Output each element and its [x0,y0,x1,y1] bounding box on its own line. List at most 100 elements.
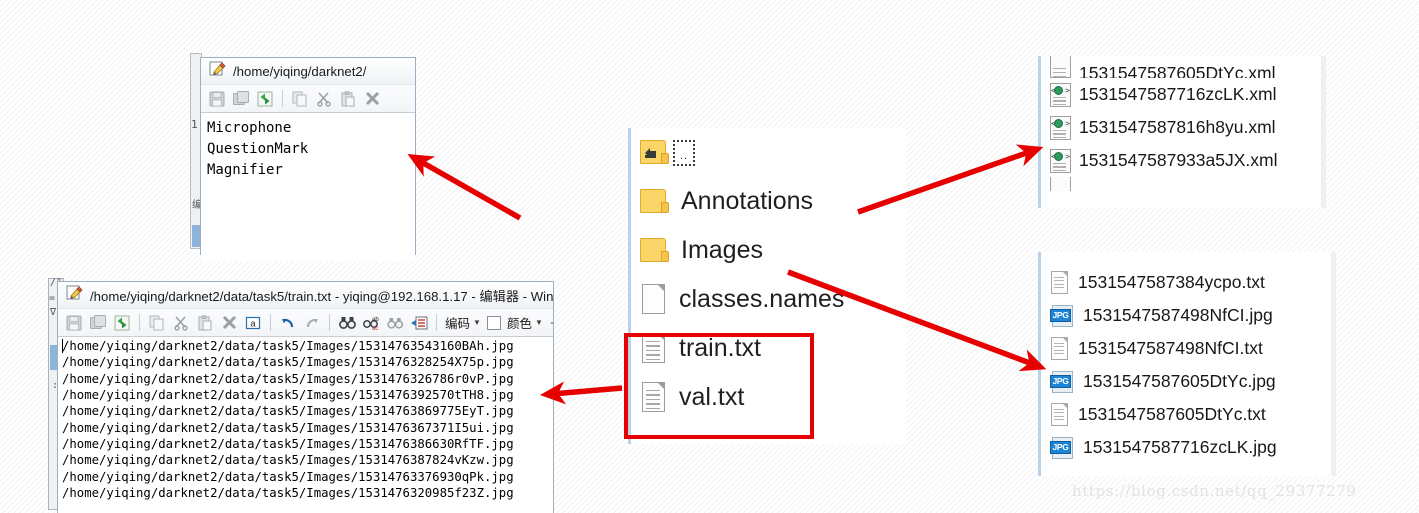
list-item-label: Annotations [681,187,814,215]
copy-icon[interactable] [289,88,311,109]
list-item[interactable]: 1531547587498NfCI.txt [1038,332,1336,365]
code-line: /home/yiqing/darknet2/data/task5/Images/… [62,453,514,468]
classes-editor-text-area[interactable]: Microphone QuestionMark Magnifier [201,113,415,261]
annotations-xml-panel[interactable]: 1531547587605DtYc.xml < > 1531547587716z… [1038,56,1326,208]
xml-file-icon: < > [1050,82,1071,107]
select-all-icon[interactable]: a [242,312,264,333]
gear-icon[interactable] [547,312,553,333]
refresh-icon[interactable] [111,312,133,333]
list-item[interactable]: Annotations [628,177,906,226]
list-item[interactable]: < > 1531547587933a5JX.xml [1038,144,1326,177]
txt-file-icon [1050,336,1070,361]
svg-text:ac: ac [372,326,378,331]
list-item-label: 1531547587498NfCI.txt [1078,338,1263,358]
undo-icon[interactable] [277,312,299,333]
panel-scrollbar[interactable] [1331,252,1336,476]
find-icon[interactable] [336,312,358,333]
list-item[interactable]: classes.names [628,275,906,324]
code-line: /home/yiqing/darknet2/data/task5/Images/… [62,404,514,419]
classes-editor-toolbar[interactable] [201,85,415,113]
list-item-label: 1531547587384ycpo.txt [1078,272,1265,292]
goto-line-icon[interactable] [408,312,430,333]
train-txt-editor-window[interactable]: /home/yiqing/darknet2/data/task5/train.t… [57,281,554,513]
color-toggle-checkbox[interactable] [486,315,501,330]
list-item-label: Images [681,236,763,264]
jpg-file-icon: JPG [1050,370,1075,393]
code-line: /home/yiqing/darknet2/data/task5/Images/… [62,420,514,435]
svg-text:a: a [250,318,255,328]
list-item[interactable]: 1531547587384ycpo.txt [1038,266,1336,299]
list-item[interactable]: JPG 1531547587498NfCI.jpg [1038,299,1336,332]
list-item-partial[interactable] [1038,177,1326,191]
code-line: /home/yiqing/darknet2/data/task5/Images/… [62,388,514,403]
code-line: /home/yiqing/darknet2/data/task5/Images/… [62,339,514,353]
list-item[interactable]: < > 1531547587716zcLK.xml [1038,78,1326,111]
list-item-label: 1531547587498NfCI.jpg [1083,305,1273,325]
train-editor-text-area[interactable]: /home/yiqing/darknet2/data/task5/Images/… [58,337,553,513]
save-icon[interactable] [206,88,228,109]
list-item[interactable]: JPG 1531547587716zcLK.jpg [1038,431,1336,464]
toolbar-separator [270,314,271,331]
save-icon[interactable] [63,312,85,333]
save-as-icon[interactable] [87,312,109,333]
refresh-icon[interactable] [254,88,276,109]
color-label: 颜色 [506,317,532,331]
images-folder-panel[interactable]: 1531547587384ycpo.txt JPG 1531547587498N… [1038,252,1336,476]
color-dropdown[interactable]: 颜色 ▼ [507,313,543,332]
background-ghost-number: 1 [191,118,198,131]
replace-icon[interactable]: ab ac [360,312,382,333]
list-item[interactable]: 1531547587605DtYc.txt [1038,398,1336,431]
encoding-dropdown[interactable]: 编码 ▼ [445,313,481,332]
train-editor-title: /home/yiqing/darknet2/data/task5/train.t… [90,288,553,304]
encoding-label: 编码 [445,317,471,331]
xml-file-icon [1050,177,1071,191]
list-item-label: 1531547587605DtYc.txt [1078,404,1266,424]
train-editor-titlebar[interactable]: /home/yiqing/darknet2/data/task5/train.t… [58,282,553,309]
code-line: /home/yiqing/darknet2/data/task5/Images/… [62,437,514,452]
copy-icon[interactable] [146,312,168,333]
list-item-partial[interactable] [1038,252,1336,266]
code-line: /home/yiqing/darknet2/data/task5/Images/… [62,355,514,370]
code-line: QuestionMark [207,141,309,157]
file-plain-icon [640,283,668,316]
paste-icon[interactable] [337,88,359,109]
delete-icon[interactable] [361,88,383,109]
paste-icon[interactable] [194,312,216,333]
classes-names-editor-window[interactable]: /home/yiqing/darknet2/ Microphone Questi… [200,57,416,261]
find-next-icon[interactable] [384,312,406,333]
train-val-highlight [624,333,814,439]
delete-icon[interactable] [218,312,240,333]
train-editor-toolbar[interactable]: a ab ac 编码 ▼ 颜色 ▼ [58,309,553,337]
list-item[interactable]: 1531547587605DtYc.xml [1038,56,1326,78]
list-item[interactable]: JPG 1531547587605DtYc.jpg [1038,365,1336,398]
edit-pencil-icon [209,60,226,82]
classes-editor-title: /home/yiqing/darknet2/ [233,63,367,79]
toolbar-separator [282,90,283,107]
panel-scrollbar[interactable] [1321,56,1326,208]
folder-icon [640,188,670,215]
toolbar-separator [329,314,330,331]
arrow-classes-to-editor [407,154,522,221]
txt-file-icon [1050,402,1070,427]
chevron-down-icon: ▼ [473,318,481,327]
list-item[interactable]: < > 1531547587816h8yu.xml [1038,111,1326,144]
code-line: Microphone [207,120,292,136]
redo-icon[interactable] [301,312,323,333]
list-item-label: 1531547587605DtYc.jpg [1083,371,1276,391]
cut-icon[interactable] [313,88,335,109]
classes-editor-titlebar[interactable]: /home/yiqing/darknet2/ [201,58,415,85]
list-item[interactable]: .. [628,128,906,177]
list-item[interactable]: Images [628,226,906,275]
arrow-train-to-editor [539,381,623,405]
edit-pencil-icon [66,284,83,306]
xml-file-icon: < > [1050,115,1071,140]
xml-file-icon [1050,56,1071,78]
list-item-label: 1531547587816h8yu.xml [1079,117,1276,137]
background-ghost-dash: = [49,293,56,304]
code-line: Magnifier [207,162,283,178]
save-as-icon[interactable] [230,88,252,109]
chevron-down-icon: ▼ [534,318,543,327]
xml-file-icon: < > [1050,148,1071,173]
list-item-label: 1531547587716zcLK.xml [1079,84,1277,104]
cut-icon[interactable] [170,312,192,333]
